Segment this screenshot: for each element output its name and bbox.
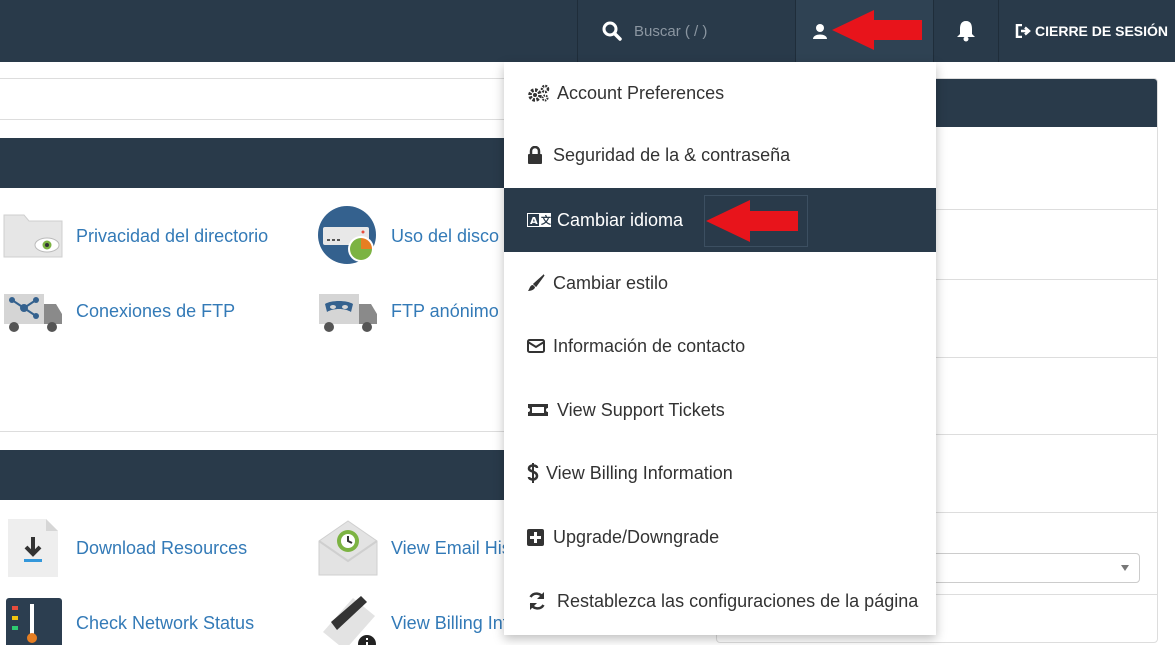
- logout-label: CIERRE DE SESIÓN: [1035, 23, 1169, 39]
- email-history-icon: [318, 520, 378, 576]
- user-dropdown-menu: Account Preferences Seguridad de la & co…: [504, 62, 936, 635]
- tool-label: FTP anónimo: [391, 300, 499, 321]
- network-status-icon: [6, 598, 62, 645]
- top-navbar: CIERRE DE SESIÓN: [0, 0, 1175, 62]
- menu-item-label: Account Preferences: [557, 82, 725, 103]
- tool-label: Uso del disco: [391, 225, 500, 246]
- bell-icon: [957, 21, 975, 42]
- envelope-icon: [527, 339, 545, 353]
- user-icon: [813, 24, 827, 39]
- search-icon: [602, 21, 622, 41]
- menu-item-label: Cambiar idioma: [557, 209, 684, 230]
- select-dropdown[interactable]: [907, 553, 1140, 583]
- breadcrumb-strip: [0, 78, 506, 120]
- menu-item-label: Seguridad de la & contraseña: [553, 144, 791, 165]
- menu-item-change-style[interactable]: Cambiar estilo: [504, 252, 936, 314]
- tool-label: Conexiones de FTP: [76, 300, 236, 321]
- tool-anonymous-ftp[interactable]: FTP anónimo: [317, 280, 499, 342]
- tool-disk-usage[interactable]: Uso del disco: [317, 205, 499, 267]
- menu-item-label: Cambiar estilo: [553, 272, 669, 293]
- billing-card-icon: [323, 596, 376, 645]
- language-icon: A 文: [527, 213, 551, 227]
- support-panel-header: [0, 450, 506, 500]
- ticket-icon: [528, 404, 548, 416]
- tool-view-billing-info[interactable]: View Billing Inf: [317, 592, 508, 645]
- dollar-icon: [527, 463, 539, 483]
- menu-item-contact-info[interactable]: Información de contacto: [504, 315, 936, 377]
- notifications-button[interactable]: [933, 0, 998, 62]
- menu-item-upgrade-downgrade[interactable]: Upgrade/Downgrade: [504, 506, 936, 568]
- svg-text:A: A: [530, 216, 538, 227]
- menu-item-support-tickets[interactable]: View Support Tickets: [504, 379, 936, 441]
- menu-item-security-password[interactable]: Seguridad de la & contraseña: [504, 124, 936, 186]
- refresh-icon: [529, 592, 545, 610]
- tool-directory-privacy[interactable]: Privacidad del directorio: [2, 205, 268, 267]
- tool-label: Download Resources: [76, 537, 248, 558]
- download-icon: [8, 519, 58, 577]
- menu-item-label: Restablezca las configuraciones de la pá…: [557, 590, 919, 611]
- plus-square-icon: [527, 528, 544, 546]
- menu-item-reset-page-settings[interactable]: Restablezca las configuraciones de la pá…: [504, 570, 936, 632]
- logout-button[interactable]: CIERRE DE SESIÓN: [998, 0, 1175, 62]
- brush-icon: [528, 274, 545, 291]
- menu-item-label: Información de contacto: [553, 335, 746, 356]
- lock-icon: [528, 146, 542, 164]
- menu-item-account-preferences[interactable]: Account Preferences: [504, 62, 936, 124]
- tool-label: View Billing Inf: [391, 612, 508, 633]
- tool-download-resources[interactable]: Download Resources: [2, 517, 247, 579]
- disk-usage-icon: [318, 206, 376, 264]
- logout-icon: [1015, 24, 1031, 38]
- search-box[interactable]: [577, 0, 795, 62]
- gears-icon: [528, 84, 550, 102]
- tool-label: View Email His: [391, 537, 511, 558]
- svg-text:文: 文: [541, 214, 551, 227]
- red-arrow-user-annotation: [832, 10, 922, 50]
- tool-view-email-history[interactable]: View Email His: [317, 517, 511, 579]
- files-panel-header: [0, 138, 506, 188]
- menu-item-billing-info[interactable]: View Billing Information: [504, 442, 936, 504]
- tool-ftp-connections[interactable]: Conexiones de FTP: [2, 280, 235, 342]
- red-arrow-language-annotation: [706, 200, 798, 242]
- menu-item-label: Upgrade/Downgrade: [553, 526, 720, 547]
- tool-label: Check Network Status: [76, 612, 255, 633]
- anonymous-ftp-truck-icon: [319, 294, 377, 332]
- menu-item-label: View Billing Information: [546, 462, 733, 483]
- caret-down-icon: [1121, 565, 1129, 571]
- tool-label: Privacidad del directorio: [76, 225, 269, 246]
- menu-item-label: View Support Tickets: [557, 399, 725, 420]
- search-input[interactable]: [634, 22, 784, 40]
- folder-eye-icon: [3, 214, 63, 258]
- tool-check-network-status[interactable]: Check Network Status: [2, 592, 254, 645]
- ftp-truck-icon: [4, 294, 62, 332]
